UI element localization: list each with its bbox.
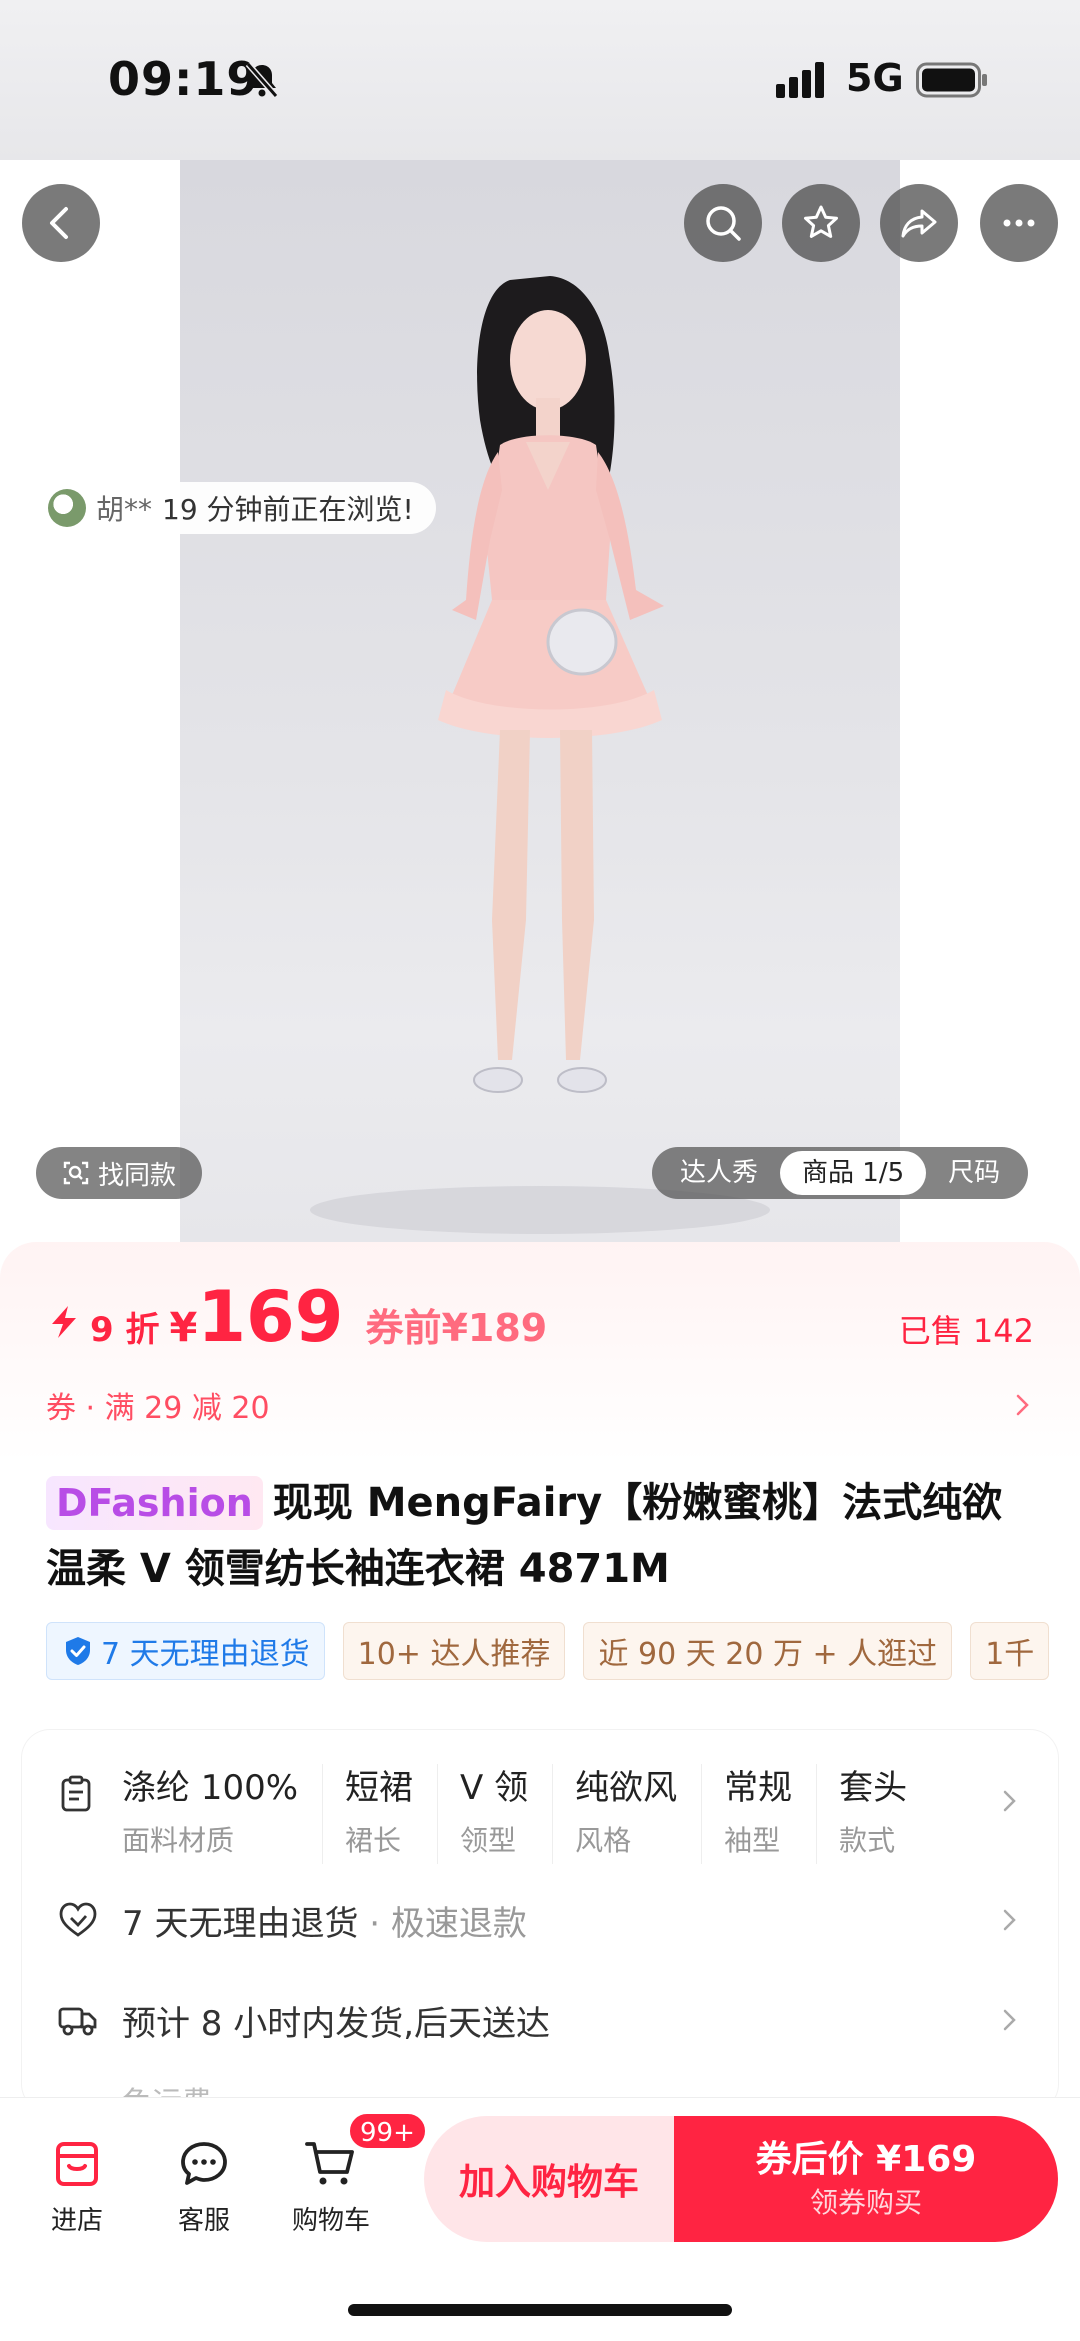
spec-row[interactable]: 涤纶 100% 面料材质 短裙 裙长 V 领领型 纯欲风 风格 常规 袖型 套头 款式 [22, 1750, 1058, 1864]
tab-influencer-show[interactable]: 达人秀 [658, 1151, 780, 1195]
browser-avatar [48, 489, 86, 527]
product-photo[interactable] [180, 160, 900, 1250]
tag-label: 7 天无理由退货 [101, 1637, 310, 1672]
return-policy-row[interactable]: 7 天无理由退货 · 极速退款 [22, 1880, 1058, 1960]
cart-icon [305, 2142, 354, 2185]
store-label: 进店 [50, 2206, 103, 2236]
pre-coupon-price: 券前¥189 [365, 1306, 548, 1350]
current-price: 169 [197, 1276, 344, 1358]
recent-browser-notice: 胡** 19 分钟前正在浏览! [36, 482, 436, 534]
bell-mute-icon [245, 62, 279, 98]
more-dots-icon [1003, 219, 1035, 227]
status-bar: 09:19 5G [0, 0, 1080, 160]
chevron-left-icon [50, 207, 68, 239]
search-icon [706, 206, 741, 241]
store-icon [56, 2142, 98, 2186]
find-same-button[interactable]: 找同款 [36, 1147, 203, 1199]
cart-label: 购物车 [291, 2206, 370, 2236]
find-same-label: 找同款 [98, 1160, 177, 1191]
chevron-right-icon [1003, 1909, 1016, 1931]
chevron-right-icon [1003, 1790, 1016, 1812]
return-policy-text: 7 天无理由退货 · 极速退款 [122, 1903, 527, 1944]
cart-count-badge: 99+ [348, 2112, 427, 2150]
spec-sleeve: 常规 袖型 [701, 1764, 816, 1864]
discount-label: 9 折 [90, 1310, 160, 1350]
browser-user: 胡** [96, 493, 153, 526]
coupon-price-label: 券后价 ¥169 [755, 2139, 977, 2180]
product-info-card: 9 折 ¥ 169 券前¥189 已售 142 券 · 满 29 减 20 DF… [0, 1242, 1080, 2112]
add-to-cart-button[interactable]: 加入购物车 [424, 2116, 674, 2242]
price-row: 9 折 ¥ 169 券前¥189 [46, 1282, 1046, 1362]
heart-return-icon [59, 1902, 97, 1937]
spec-material: 涤纶 100% 面料材质 [122, 1768, 299, 1857]
battery-icon [916, 62, 987, 98]
product-tags: 7 天无理由退货 10+ 达人推荐 近 90 天 20 万 + 人逛过 1千 [46, 1622, 1080, 1682]
buy-with-coupon-button[interactable]: 券后价 ¥169 领券购买 [674, 2116, 1058, 2242]
coupon-row[interactable]: 券 · 满 29 减 20 [46, 1382, 1036, 1428]
tag-more[interactable]: 1千 [970, 1622, 1050, 1680]
cart-button[interactable]: 购物车 [276, 2136, 386, 2246]
tab-size-chart[interactable]: 尺码 [926, 1151, 1022, 1195]
shield-check-icon [66, 1637, 90, 1665]
claim-coupon-label: 领券购买 [809, 2186, 922, 2219]
chevron-right-icon [1003, 2009, 1016, 2031]
browse-text: 19 分钟前正在浏览! [162, 493, 414, 526]
spec-card: 涤纶 100% 面料材质 短裙 裙长 V 领领型 纯欲风 风格 常规 袖型 套头 款式 7… [22, 1730, 1058, 2112]
customer-service-button[interactable]: 客服 [149, 2136, 259, 2246]
product-gallery[interactable]: 胡** 19 分钟前正在浏览! 找同款 达人秀 商品 1/5 尺码 [0, 160, 1080, 1250]
tab-product-images[interactable]: 商品 1/5 [780, 1151, 927, 1195]
chat-bubble-icon [181, 2142, 227, 2185]
star-icon [804, 205, 838, 238]
spec-skirt-length: 短裙 裙长 [322, 1764, 437, 1864]
tag-return-policy[interactable]: 7 天无理由退货 [46, 1622, 325, 1680]
favorite-button[interactable] [782, 184, 860, 262]
share-button[interactable] [880, 184, 958, 262]
model-illustration [310, 276, 770, 1234]
coupon-text: 券 · 满 29 减 20 [46, 1391, 270, 1426]
more-button[interactable] [980, 184, 1058, 262]
spec-type: 套头 款式 [816, 1764, 931, 1864]
home-indicator[interactable] [348, 2304, 732, 2316]
currency-symbol: ¥ [169, 1305, 198, 1351]
sold-count: 已售 142 [898, 1312, 1034, 1350]
search-button[interactable] [684, 184, 762, 262]
brand-tag[interactable]: DFashion [46, 1476, 263, 1530]
back-button[interactable] [22, 184, 100, 262]
signal-icon [776, 62, 824, 98]
shipping-text: 预计 8 小时内发货,后天送达 [122, 2003, 551, 2044]
status-time: 09:19 [108, 52, 260, 106]
spec-collar: V 领领型 [437, 1764, 552, 1864]
scan-search-icon [63, 1161, 89, 1185]
tag-visitors[interactable]: 近 90 天 20 万 + 人逛过 [583, 1622, 953, 1680]
shipping-row[interactable]: 预计 8 小时内发货,后天送达 [22, 1980, 1058, 2060]
store-button[interactable]: 进店 [22, 2136, 132, 2246]
chevron-right-icon [1016, 1394, 1029, 1416]
clipboard-icon [61, 1775, 91, 1812]
product-title: DFashion 现现 MengFairy【粉嫩蜜桃】法式纯欲温柔 V 领雪纺长袖… [46, 1470, 1036, 1602]
service-label: 客服 [177, 2206, 230, 2236]
gallery-tabs: 达人秀 商品 1/5 尺码 [652, 1147, 1029, 1199]
share-icon [901, 209, 937, 238]
flash-sale-icon [52, 1306, 76, 1338]
network-label: 5G [846, 56, 904, 100]
tag-influencer-recommend[interactable]: 10+ 达人推荐 [342, 1622, 566, 1680]
truck-icon [58, 2007, 97, 2036]
spec-style: 纯欲风 风格 [552, 1764, 701, 1864]
